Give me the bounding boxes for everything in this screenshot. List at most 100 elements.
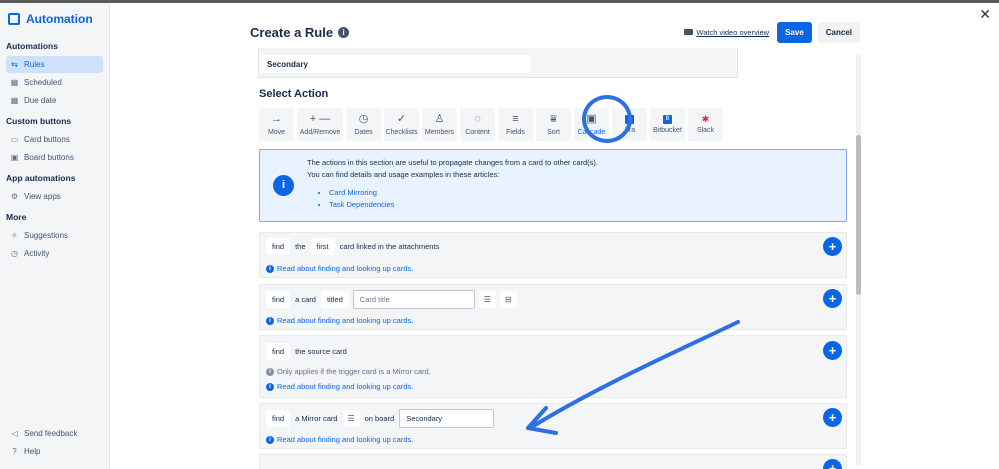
action-category-tiles: → Move + — Add/Remove ◷ Dates ✓ Checklists ♙… [259,108,723,141]
mirror-note: i Only applies if the trigger card is a … [266,367,431,376]
card-title-input[interactable]: Card title [352,290,475,309]
page-title: Create a Rule [250,24,334,40]
help-link-label: Read about finding and looking up cards. [277,264,414,273]
trigger-board-value: Secondary [260,55,530,73]
arrow-right-icon: → [271,112,282,125]
person-icon: ♙ [434,112,445,125]
comment-icon: ◌ [474,112,481,125]
tile-label: Add/Remove [299,128,341,136]
tile-sort[interactable]: ⩸ Sort [536,108,571,141]
help-link[interactable]: i Read about finding and looking up card… [266,264,413,273]
check-icon: ✓ [396,112,407,125]
action-card-partial: + [259,454,847,469]
sidebar-item-view-apps[interactable]: ⚙ View apps [6,188,103,205]
tile-dates[interactable]: ◷ Dates [346,108,381,141]
add-action-button[interactable]: + [823,289,842,308]
help-link-label: Read about finding and looking up cards. [277,435,414,444]
tile-fields[interactable]: ≡ Fields [498,108,533,141]
calendar-icon: ▦ [10,96,19,105]
help-link-label: Read about finding and looking up cards. [277,382,414,391]
app-title[interactable]: Automation [0,3,109,35]
sidebar-item-activity[interactable]: ◷ Activity [6,245,103,262]
task-dependencies-link[interactable]: Task Dependencies [329,199,598,211]
tile-move[interactable]: → Move [259,108,294,141]
lines-icon: ≡ [512,112,519,125]
board-icon: ▣ [10,153,19,162]
sidebar-item-suggestions[interactable]: ✧ Suggestions [6,227,103,244]
card-linked-text: card linked in the attachments [339,242,440,251]
action-card-source: find the source card i Only applies if t… [259,335,847,398]
tile-add-remove[interactable]: + — Add/Remove [297,108,343,141]
tile-content[interactable]: ◌ Content [460,108,495,141]
sidebar-item-board-buttons[interactable]: ▣ Board buttons [6,149,103,166]
sidebar-item-card-buttons[interactable]: ▭ Card buttons [6,131,103,148]
sidebar-item-label: Board buttons [24,153,74,162]
select-action-title: Select Action [259,88,329,100]
sparkle-icon: ✧ [11,231,18,240]
sidebar-item-label: Rules [24,60,45,69]
card-mirroring-link[interactable]: Card Mirroring [329,187,598,199]
tile-label: Fields [506,128,525,136]
help-link[interactable]: i Read about finding and looking up card… [266,316,413,325]
tile-bitbucket[interactable]: B Bitbucket [650,108,685,141]
tile-slack[interactable]: ✱ Slack [688,108,723,141]
scrollbar-thumb[interactable] [856,135,861,295]
plus-minus-icon: + — [309,112,331,125]
find-chip: find [266,291,291,308]
header-actions: Watch video overview Save Cancel [684,21,860,43]
tile-members[interactable]: ♙ Members [422,108,457,141]
board-input[interactable]: Secondary [399,409,495,428]
help-icon: ? [12,447,17,456]
sidebar-item-rules[interactable]: ⇆ Rules [6,56,103,73]
sidebar-item-label: Help [24,447,41,456]
close-icon[interactable]: ✕ [979,6,991,23]
card-picker-icon[interactable]: ⊟ [499,291,517,308]
list-icon[interactable]: ☰ [478,291,496,308]
sidebar: Automation Automations ⇆ Rules ▦ Schedul… [0,3,110,469]
sidebar-item-due-date[interactable]: ▦ Due date [6,92,103,109]
position-select[interactable]: first [310,238,335,255]
sidebar-item-scheduled[interactable]: ▦ Scheduled [6,74,103,91]
a-card-text: a card [295,295,316,304]
add-action-button[interactable]: + [823,237,842,256]
card-row: find the first card linked in the attach… [266,238,440,255]
add-action-button[interactable]: + [823,459,842,469]
titled-select[interactable]: titled [320,291,349,308]
info-icon: i [266,435,274,444]
cancel-button[interactable]: Cancel [817,21,860,43]
action-card-titled: find a card titled Card title ☰ ⊟ i Read… [259,284,847,330]
find-chip: find [266,238,291,255]
help-link[interactable]: ? Help [6,443,104,460]
watch-video-link[interactable]: Watch video overview [684,28,769,37]
info-icon: i [266,316,274,325]
sort-icon: ⩸ [550,112,557,125]
calendar-icon: ▦ [10,78,19,87]
save-button[interactable]: Save [777,21,812,43]
bitbucket-icon: B [663,115,672,124]
scrollbar[interactable] [856,55,861,465]
info-panel: i The actions in this section are useful… [259,149,847,222]
add-action-button[interactable]: + [823,341,842,360]
sliders-icon: ⇆ [11,60,18,69]
tile-checklists[interactable]: ✓ Checklists [384,108,419,141]
tile-label: Slack [696,127,715,134]
sidebar-footer: ◁ Send feedback ? Help [0,424,110,461]
page-header: Create a Rule i Watch video overview Sav… [250,18,860,46]
source-card-text: the source card [295,347,347,356]
add-action-button[interactable]: + [823,408,842,427]
tile-label: Bitbucket [653,127,682,134]
annotation-circle [582,95,632,143]
list-icon[interactable]: ☰ [342,410,360,427]
tile-label: Content [465,128,490,136]
info-icon: i [266,367,274,376]
automation-logo-icon [8,13,20,25]
video-camera-icon [684,29,694,35]
help-link[interactable]: i Read about finding and looking up card… [266,435,413,444]
sidebar-item-label: Scheduled [24,78,62,87]
app-title-label: Automation [26,12,93,26]
help-link[interactable]: i Read about finding and looking up card… [266,382,413,391]
info-icon[interactable]: i [338,26,350,38]
tile-label: Sort [547,128,560,136]
info-text: The actions in this section are useful t… [307,157,598,210]
send-feedback-link[interactable]: ◁ Send feedback [6,425,104,442]
